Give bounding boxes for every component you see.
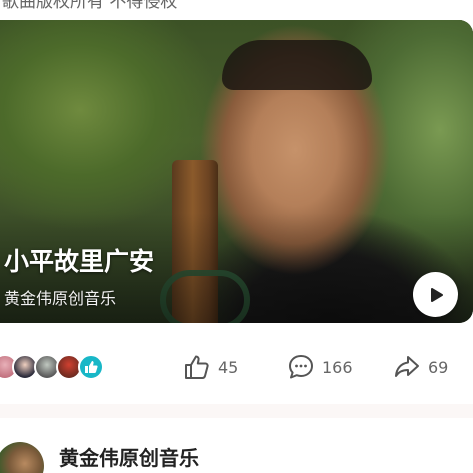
- video-title: 小平故里广安: [4, 247, 155, 276]
- play-icon: [430, 287, 443, 302]
- author-avatar[interactable]: [0, 442, 44, 473]
- like-button[interactable]: 45: [184, 352, 238, 382]
- thumbs-up-icon: [185, 355, 209, 379]
- video-author[interactable]: 黄金伟原创音乐: [4, 285, 116, 309]
- author-name[interactable]: 黄金伟原创音乐: [59, 442, 199, 471]
- copyright-notice: 歌曲版权所有 不得侵权: [2, 0, 178, 12]
- share-count: 69: [428, 357, 449, 377]
- share-button[interactable]: 69: [394, 352, 448, 382]
- thumbs-up-icon: [85, 361, 98, 373]
- comment-icon: [289, 355, 313, 379]
- like-count: 45: [218, 357, 239, 377]
- author-row[interactable]: 黄金伟原创音乐: [0, 440, 473, 473]
- play-button[interactable]: [413, 272, 458, 317]
- share-icon: [395, 356, 419, 377]
- section-divider: [0, 404, 473, 418]
- comment-button[interactable]: 166: [288, 352, 353, 382]
- thumbnail-detail: [222, 40, 372, 90]
- video-card[interactable]: 小平故里广安 黄金伟原创音乐: [0, 20, 473, 323]
- like-badge: [78, 354, 104, 380]
- stats-row: 45 166 69: [0, 348, 473, 388]
- comment-count: 166: [322, 357, 353, 377]
